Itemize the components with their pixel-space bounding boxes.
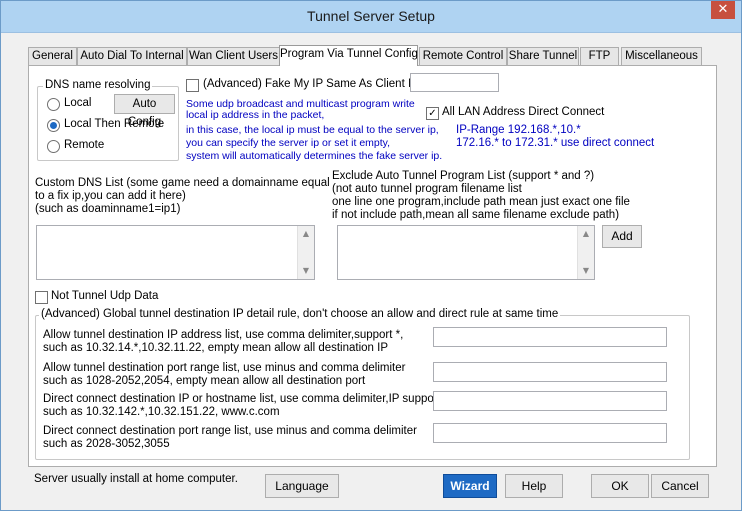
tab-ftp[interactable]: FTP	[580, 47, 619, 65]
rule-direct-ip-line2: such as 10.32.142.*,10.32.151.22, www.c.…	[43, 406, 280, 418]
fake-ip-input[interactable]	[410, 73, 499, 92]
lan-direct-label: All LAN Address Direct Connect	[442, 106, 605, 118]
fake-ip-info-2: local ip address in the packet,	[186, 109, 325, 121]
not-tunnel-udp-checkbox[interactable]	[35, 291, 48, 304]
fake-ip-label: (Advanced) Fake My IP Same As Client IP:	[203, 78, 423, 90]
exclude-label-3: one line one program,include path mean j…	[332, 196, 630, 208]
title-bar[interactable]: Tunnel Server Setup ✕	[1, 1, 741, 33]
tab-wan-client-users[interactable]: Wan Client Users	[187, 47, 280, 65]
window-title: Tunnel Server Setup	[307, 8, 435, 24]
fake-ip-info-5: system will automatically determines the…	[186, 150, 443, 162]
close-icon[interactable]: ✕	[711, 1, 735, 19]
tab-program-via-tunnel-config[interactable]: Program Via Tunnel Config	[279, 45, 418, 66]
scroll-up-icon[interactable]: ▲	[578, 226, 594, 242]
footer-note: Server usually install at home computer.	[34, 473, 238, 485]
scroll-down-icon[interactable]: ▼	[298, 263, 314, 279]
custom-dns-label-1: Custom DNS List (some game need a domain…	[35, 177, 330, 189]
rule-direct-port-line2: such as 2028-3052,3055	[43, 438, 170, 450]
scroll-down-icon[interactable]: ▼	[578, 263, 594, 279]
exclude-label-1: Exclude Auto Tunnel Program List (suppor…	[332, 170, 595, 182]
dns-group-title: DNS name resolving	[43, 79, 153, 91]
dns-option-remote-label: Remote	[64, 139, 105, 151]
allow-port-input[interactable]	[433, 362, 667, 382]
lan-direct-info-2: 172.16.* to 172.31.* use direct connect	[456, 137, 655, 149]
exclude-scrollbar[interactable]: ▲ ▼	[577, 226, 594, 279]
exclude-label-4: if not include path,mean all same filena…	[332, 209, 620, 221]
not-tunnel-udp-label: Not Tunnel Udp Data	[51, 290, 159, 302]
lan-direct-info-1: IP-Range 192.168.*,10.*	[456, 124, 581, 136]
rule-allow-port-line2: such as 1028-2052,2054, empty mean allow…	[43, 375, 366, 387]
tab-remote-control[interactable]: Remote Control	[419, 47, 507, 65]
dns-radio-remote[interactable]	[47, 140, 60, 153]
global-rule-group-title: (Advanced) Global tunnel destination IP …	[39, 308, 561, 320]
dns-radio-local-then-remote[interactable]	[47, 119, 60, 132]
allow-ip-input[interactable]	[433, 327, 667, 347]
dns-option-local-label: Local	[64, 97, 92, 109]
language-button[interactable]: Language	[265, 474, 339, 498]
fake-ip-info-4: you can specify the server ip or set it …	[186, 137, 391, 149]
auto-config-button[interactable]: Auto Config	[114, 94, 175, 128]
rule-allow-ip-line2: such as 10.32.14.*,10.32.11.22, empty me…	[43, 342, 389, 354]
rule-direct-port-line1: Direct connect destination port range li…	[43, 425, 417, 437]
custom-dns-scrollbar[interactable]: ▲ ▼	[297, 226, 314, 279]
add-button[interactable]: Add	[602, 225, 642, 248]
scroll-up-icon[interactable]: ▲	[298, 226, 314, 242]
tab-general[interactable]: General	[28, 47, 77, 65]
lan-direct-checkbox[interactable]: ✓	[426, 107, 439, 120]
cancel-button[interactable]: Cancel	[651, 474, 709, 498]
custom-dns-label-3: (such as doaminname1=ip1)	[35, 203, 181, 215]
direct-port-input[interactable]	[433, 423, 667, 443]
fake-ip-info-3: in this case, the local ip must be equal…	[186, 124, 439, 136]
help-button[interactable]: Help	[505, 474, 563, 498]
custom-dns-textarea[interactable]: ▲ ▼	[36, 225, 315, 280]
custom-dns-label-2: to a fix ip,you can add it here)	[35, 190, 186, 202]
tab-miscellaneous[interactable]: Miscellaneous	[621, 47, 702, 65]
rule-allow-port-line1: Allow tunnel destination port range list…	[43, 362, 406, 374]
ok-button[interactable]: OK	[591, 474, 649, 498]
tab-auto-dial[interactable]: Auto Dial To Internal	[77, 47, 187, 65]
fake-ip-checkbox[interactable]	[186, 79, 199, 92]
tab-panel: DNS name resolving Local Local Then Remo…	[28, 65, 717, 467]
exclude-label-2: (not auto tunnel program filename list	[332, 183, 522, 195]
exclude-textarea[interactable]: ▲ ▼	[337, 225, 595, 280]
wizard-button[interactable]: Wizard	[443, 474, 497, 498]
tab-share-tunnel[interactable]: Share Tunnel	[507, 47, 579, 65]
dns-radio-local[interactable]	[47, 98, 60, 111]
dialog-window: Tunnel Server Setup ✕ General Auto Dial …	[0, 0, 742, 511]
direct-ip-input[interactable]	[433, 391, 667, 411]
rule-allow-ip-line1: Allow tunnel destination IP address list…	[43, 329, 404, 341]
rule-direct-ip-line1: Direct connect destination IP or hostnam…	[43, 393, 449, 405]
